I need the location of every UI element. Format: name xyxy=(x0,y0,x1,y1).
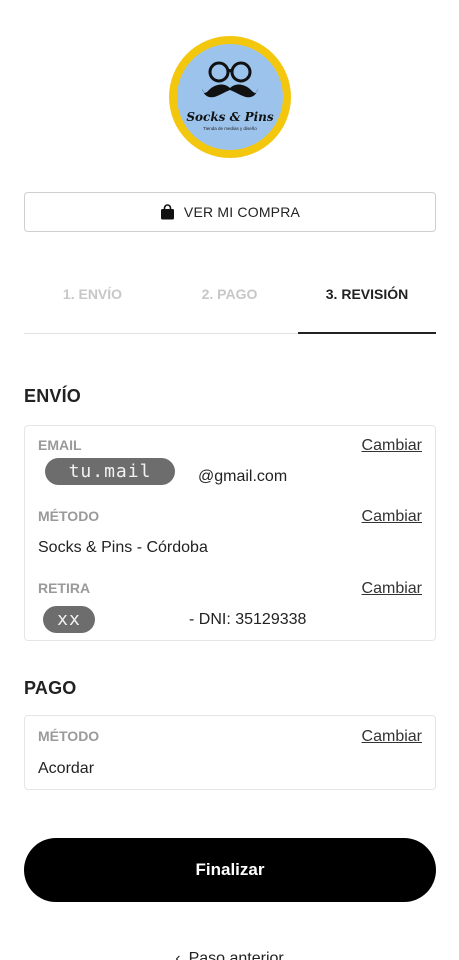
logo-subtitle: Tienda de medias y diseño xyxy=(203,126,257,131)
active-step-indicator xyxy=(298,332,436,334)
payment-section-title: PAGO xyxy=(24,678,77,698)
previous-step-link[interactable]: ‹ Paso anterior xyxy=(0,950,459,960)
pickup-label: RETIRA xyxy=(38,580,91,596)
payment-method-value: Acordar xyxy=(38,760,95,777)
masked-email-user: tu.mail xyxy=(45,458,175,485)
shipping-section-title: ENVÍO xyxy=(24,386,82,406)
store-logo: Socks & Pins Tienda de medias y diseño xyxy=(169,36,291,158)
change-pickup-link[interactable]: Cambiar xyxy=(362,580,422,598)
change-payment-method-link[interactable]: Cambiar xyxy=(362,728,422,746)
step-shipping[interactable]: 1. ENVÍO xyxy=(24,286,161,302)
previous-step-label: Paso anterior xyxy=(188,950,284,960)
pickup-dni: - DNI: 35129338 xyxy=(189,611,307,628)
chevron-left-icon: ‹ xyxy=(175,950,181,960)
payment-card: MÉTODO Cambiar Acordar xyxy=(24,715,436,790)
payment-method-label: MÉTODO xyxy=(38,728,100,744)
change-shipping-method-link[interactable]: Cambiar xyxy=(362,508,422,526)
shipping-card: EMAIL Cambiar tu.mail @gmail.com MÉTODO … xyxy=(24,425,436,641)
step-review[interactable]: 3. REVISIÓN xyxy=(298,286,436,302)
glasses-mustache-icon xyxy=(202,61,258,98)
logo-title: Socks & Pins xyxy=(186,110,274,124)
step-payment[interactable]: 2. PAGO xyxy=(161,286,298,302)
view-cart-label: VER MI COMPRA xyxy=(183,204,301,220)
logo-badge: Socks & Pins Tienda de medias y diseño xyxy=(177,44,283,150)
checkout-steps: 1. ENVÍO 2. PAGO 3. REVISIÓN xyxy=(24,278,436,334)
shipping-method-value: Socks & Pins - Córdoba xyxy=(38,539,208,556)
masked-pickup-name: xx xyxy=(43,606,95,633)
email-domain: @gmail.com xyxy=(198,468,288,485)
logo-ring: Socks & Pins Tienda de medias y diseño xyxy=(169,36,291,158)
view-cart-button[interactable]: VER MI COMPRA xyxy=(24,192,436,232)
shipping-method-label: MÉTODO xyxy=(38,508,100,524)
change-email-link[interactable]: Cambiar xyxy=(362,437,422,455)
finish-button[interactable]: Finalizar xyxy=(24,838,436,902)
email-label: EMAIL xyxy=(38,437,82,453)
shopping-bag-icon xyxy=(160,204,174,220)
